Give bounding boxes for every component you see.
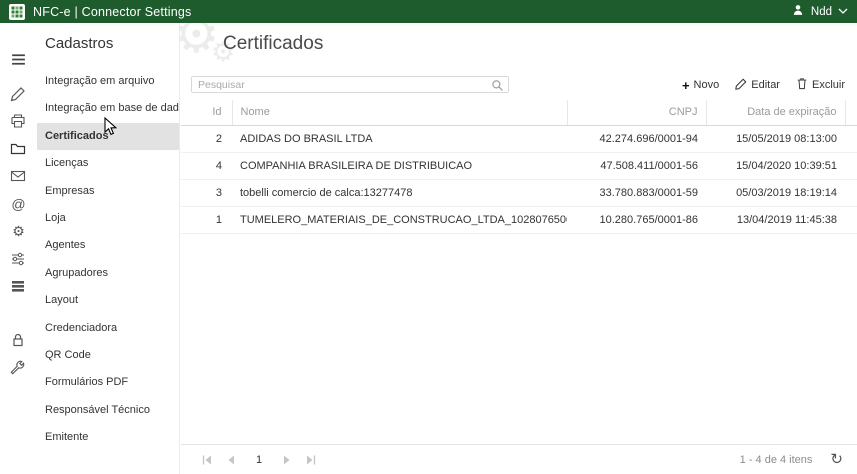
cell-expiracao: 05/03/2019 18:19:14 [706,179,845,206]
cell-cnpj: 42.274.696/0001-94 [567,125,706,152]
first-page-icon[interactable] [201,454,213,466]
sidebar-item-layout[interactable]: Layout [37,287,179,314]
main-content: ⚙⚙ Certificados + Novo Editar [181,23,857,474]
cell-filler [845,206,857,233]
trash-icon [796,77,808,93]
cell-id: 2 [181,125,232,152]
at-icon[interactable]: @ [10,196,27,213]
cell-id: 4 [181,152,232,179]
sidebar-item-agrupadores[interactable]: Agrupadores [37,260,179,287]
printer-icon[interactable] [10,113,27,130]
search-box[interactable] [191,76,509,93]
sidebar-items: Integração em arquivo Integração em base… [37,68,179,451]
sidebar-item-integracao-arquivo[interactable]: Integração em arquivo [37,68,179,95]
column-header-id[interactable]: Id [181,100,232,125]
cell-nome: COMPANHIA BRASILEIRA DE DISTRIBUICAO [232,152,567,179]
sidebar-item-qrcode[interactable]: QR Code [37,342,179,369]
cell-expiracao: 15/04/2020 10:39:51 [706,152,845,179]
sidebar-title: Cadastros [37,23,179,62]
refresh-icon[interactable]: ↻ [830,452,843,467]
cell-id: 1 [181,206,232,233]
table-row[interactable]: 2 ADIDAS DO BRASIL LTDA 42.274.696/0001-… [181,125,857,152]
sidebar-item-responsavel-tecnico[interactable]: Responsável Técnico [37,397,179,424]
grid-controls: + Novo Editar Excluir [191,76,845,94]
search-input[interactable] [192,77,488,92]
user-icon [791,3,805,20]
sidebar-item-licencas[interactable]: Licenças [37,150,179,177]
ndd-logo-icon [9,4,25,20]
pager-info: 1 - 4 de 4 itens [740,454,813,466]
plus-icon: + [682,79,690,92]
gear-icon[interactable]: ⚙ [10,223,27,240]
column-header-expiracao[interactable]: Data de expiração [706,100,845,125]
cell-expiracao: 15/05/2019 08:13:00 [706,125,845,152]
table-row[interactable]: 4 COMPANHIA BRASILEIRA DE DISTRIBUICAO 4… [181,152,857,179]
cell-filler [845,179,857,206]
sidebar-item-emitente[interactable]: Emitente [37,424,179,451]
editar-button[interactable]: Editar [735,78,780,93]
cell-cnpj: 10.280.765/0001-86 [567,206,706,233]
sidebar-icon-strip: @ ⚙ [0,23,37,474]
chevron-down-icon [838,6,848,18]
novo-button[interactable]: + Novo [682,79,719,92]
cell-expiracao: 13/04/2019 11:45:38 [706,206,845,233]
wrench-icon[interactable] [10,360,27,377]
folder-icon[interactable] [10,141,27,158]
cell-nome: TUMELERO_MATERIAIS_DE_CONSTRUCAO_LTDA_10… [232,206,567,233]
table-row[interactable]: 3 tobelli comercio de calca:13277478 33.… [181,179,857,206]
layout-icon[interactable] [10,278,27,295]
top-bar: NFC-e | Connector Settings Ndd [0,0,857,23]
column-header-cnpj[interactable]: CNPJ [567,100,706,125]
sidebar-item-credenciadora[interactable]: Credenciadora [37,315,179,342]
column-header-nome[interactable]: Nome [232,100,567,125]
app-title: NFC-e | Connector Settings [33,5,192,19]
prev-page-icon[interactable] [225,454,237,466]
sidebar-item-empresas[interactable]: Empresas [37,178,179,205]
table-row[interactable]: 1 TUMELERO_MATERIAIS_DE_CONSTRUCAO_LTDA_… [181,206,857,233]
lock-icon[interactable] [10,332,27,349]
excluir-button[interactable]: Excluir [796,77,845,93]
sidebar-menu: Cadastros Integração em arquivo Integraç… [37,23,180,474]
pager-nav: 1 [201,454,317,466]
cell-nome: ADIDAS DO BRASIL LTDA [232,125,567,152]
search-icon[interactable] [491,79,504,95]
user-menu[interactable]: Ndd [791,3,848,20]
menu-icon[interactable] [10,51,27,68]
pagination-bar: 1 1 - 4 de 4 itens ↻ [181,444,857,474]
cell-filler [845,125,857,152]
certificates-table: Id Nome CNPJ Data de expiração 2 ADIDAS … [181,100,857,234]
toolbar: + Novo Editar Excluir [682,77,845,93]
cell-cnpj: 33.780.883/0001-59 [567,179,706,206]
sliders-icon[interactable] [10,251,27,268]
last-page-icon[interactable] [305,454,317,466]
page-title: Certificados [223,33,323,55]
editar-label: Editar [751,79,780,91]
sidebar-item-certificados[interactable]: Certificados [37,123,179,150]
sidebar-item-integracao-base[interactable]: Integração em base de dados [37,95,179,122]
edit-icon [735,78,747,93]
cell-nome: tobelli comercio de calca:13277478 [232,179,567,206]
mail-icon[interactable] [10,168,27,185]
sidebar-item-formularios-pdf[interactable]: Formulários PDF [37,369,179,396]
cell-filler [845,152,857,179]
excluir-label: Excluir [812,79,845,91]
pager-right: 1 - 4 de 4 itens ↻ [740,452,843,467]
pen-icon[interactable] [10,86,27,103]
cell-id: 3 [181,179,232,206]
sidebar-item-loja[interactable]: Loja [37,205,179,232]
user-name: Ndd [811,6,832,18]
sidebar-item-agentes[interactable]: Agentes [37,232,179,259]
novo-label: Novo [694,79,720,91]
next-page-icon[interactable] [281,454,293,466]
current-page[interactable]: 1 [249,454,269,466]
cell-cnpj: 47.508.411/0001-56 [567,152,706,179]
column-header-filler [845,100,857,125]
table-header-row: Id Nome CNPJ Data de expiração [181,100,857,125]
certificates-grid: Id Nome CNPJ Data de expiração 2 ADIDAS … [181,100,857,234]
